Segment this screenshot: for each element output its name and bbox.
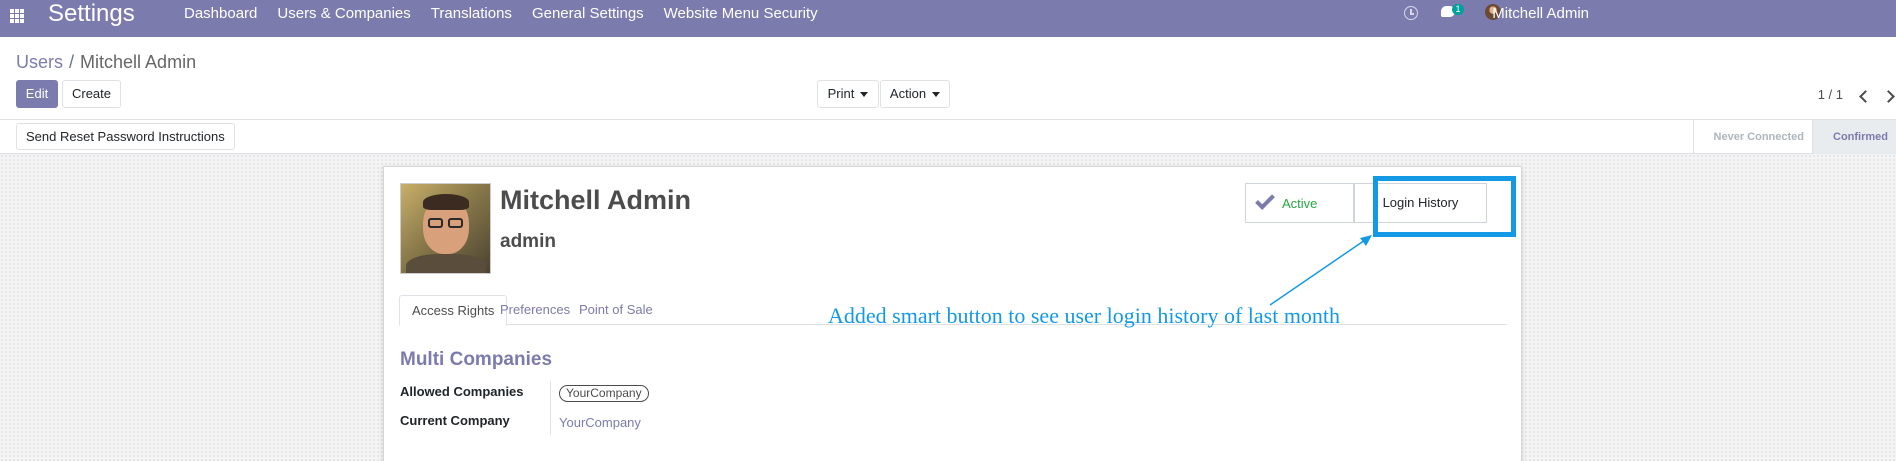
annotation-text: Added smart button to see user login his… xyxy=(828,303,1341,328)
breadcrumb: Users / Mitchell Admin xyxy=(16,51,196,73)
current-company-label: Current Company xyxy=(400,413,510,428)
menu-item-website-menu-security[interactable]: Website Menu Security xyxy=(654,6,828,21)
status-bar: Send Reset Password Instructions Never C… xyxy=(0,120,1896,154)
user-photo[interactable] xyxy=(400,183,491,274)
create-button[interactable]: Create xyxy=(62,80,121,108)
print-label: Print xyxy=(827,86,855,101)
chevron-right-icon[interactable] xyxy=(1884,89,1894,103)
status-stages: Never Connected Confirmed xyxy=(1692,120,1896,154)
check-icon xyxy=(1255,190,1275,210)
chat-badge: 1 xyxy=(1452,4,1464,15)
action-label: Action xyxy=(889,86,927,101)
user-name-title: Mitchell Admin xyxy=(500,185,692,215)
user-login: admin xyxy=(500,231,556,252)
annotation-arrow xyxy=(1269,235,1372,306)
breadcrumb-users-link[interactable]: Users xyxy=(16,52,63,72)
action-dropdown[interactable]: Action xyxy=(880,80,950,108)
field-divider xyxy=(550,381,551,435)
main-menu: Dashboard Users & Companies Translations… xyxy=(174,6,828,21)
clock-icon[interactable] xyxy=(1404,6,1418,20)
apps-grid-icon[interactable] xyxy=(10,9,24,23)
menu-item-translations[interactable]: Translations xyxy=(421,6,522,21)
breadcrumb-current: Mitchell Admin xyxy=(80,52,197,72)
stage-never-connected: Never Connected xyxy=(1692,120,1812,154)
pager-value[interactable]: 1 / 1 xyxy=(1818,87,1843,102)
app-title[interactable]: Settings xyxy=(48,1,135,27)
breadcrumb-separator: / xyxy=(69,52,75,72)
caret-down-icon xyxy=(860,92,869,98)
menu-item-users-companies[interactable]: Users & Companies xyxy=(267,6,420,21)
edit-button[interactable]: Edit xyxy=(16,80,58,108)
allowed-companies-label: Allowed Companies xyxy=(400,384,524,399)
print-dropdown[interactable]: Print xyxy=(817,80,879,108)
photo-shirt xyxy=(406,254,486,273)
send-reset-password-button[interactable]: Send Reset Password Instructions xyxy=(16,123,235,150)
menu-item-general-settings[interactable]: General Settings xyxy=(522,6,654,21)
active-label: Active xyxy=(1282,196,1318,211)
chevron-left-icon[interactable] xyxy=(1858,89,1868,103)
photo-hair xyxy=(423,194,469,210)
company-tag[interactable]: YourCompany xyxy=(559,385,649,402)
photo-glasses-right xyxy=(448,218,463,228)
top-navbar: Settings Dashboard Users & Companies Tra… xyxy=(0,0,1896,37)
photo-glasses-left xyxy=(428,218,443,228)
section-title: Multi Companies xyxy=(400,349,553,370)
menu-item-dashboard[interactable]: Dashboard xyxy=(174,6,267,21)
tab-point-of-sale[interactable]: Point of Sale xyxy=(567,295,665,326)
caret-down-icon xyxy=(932,92,941,98)
active-toggle-button[interactable]: Active xyxy=(1245,183,1354,223)
stage-confirmed: Confirmed xyxy=(1812,120,1896,154)
current-company-link[interactable]: YourCompany xyxy=(559,415,641,430)
annotation-highlight-box xyxy=(1373,176,1516,237)
control-panel: Users / Mitchell Admin Edit Create Print A… xyxy=(0,37,1896,120)
user-menu-name[interactable]: Mitchell Admin xyxy=(1492,6,1589,21)
